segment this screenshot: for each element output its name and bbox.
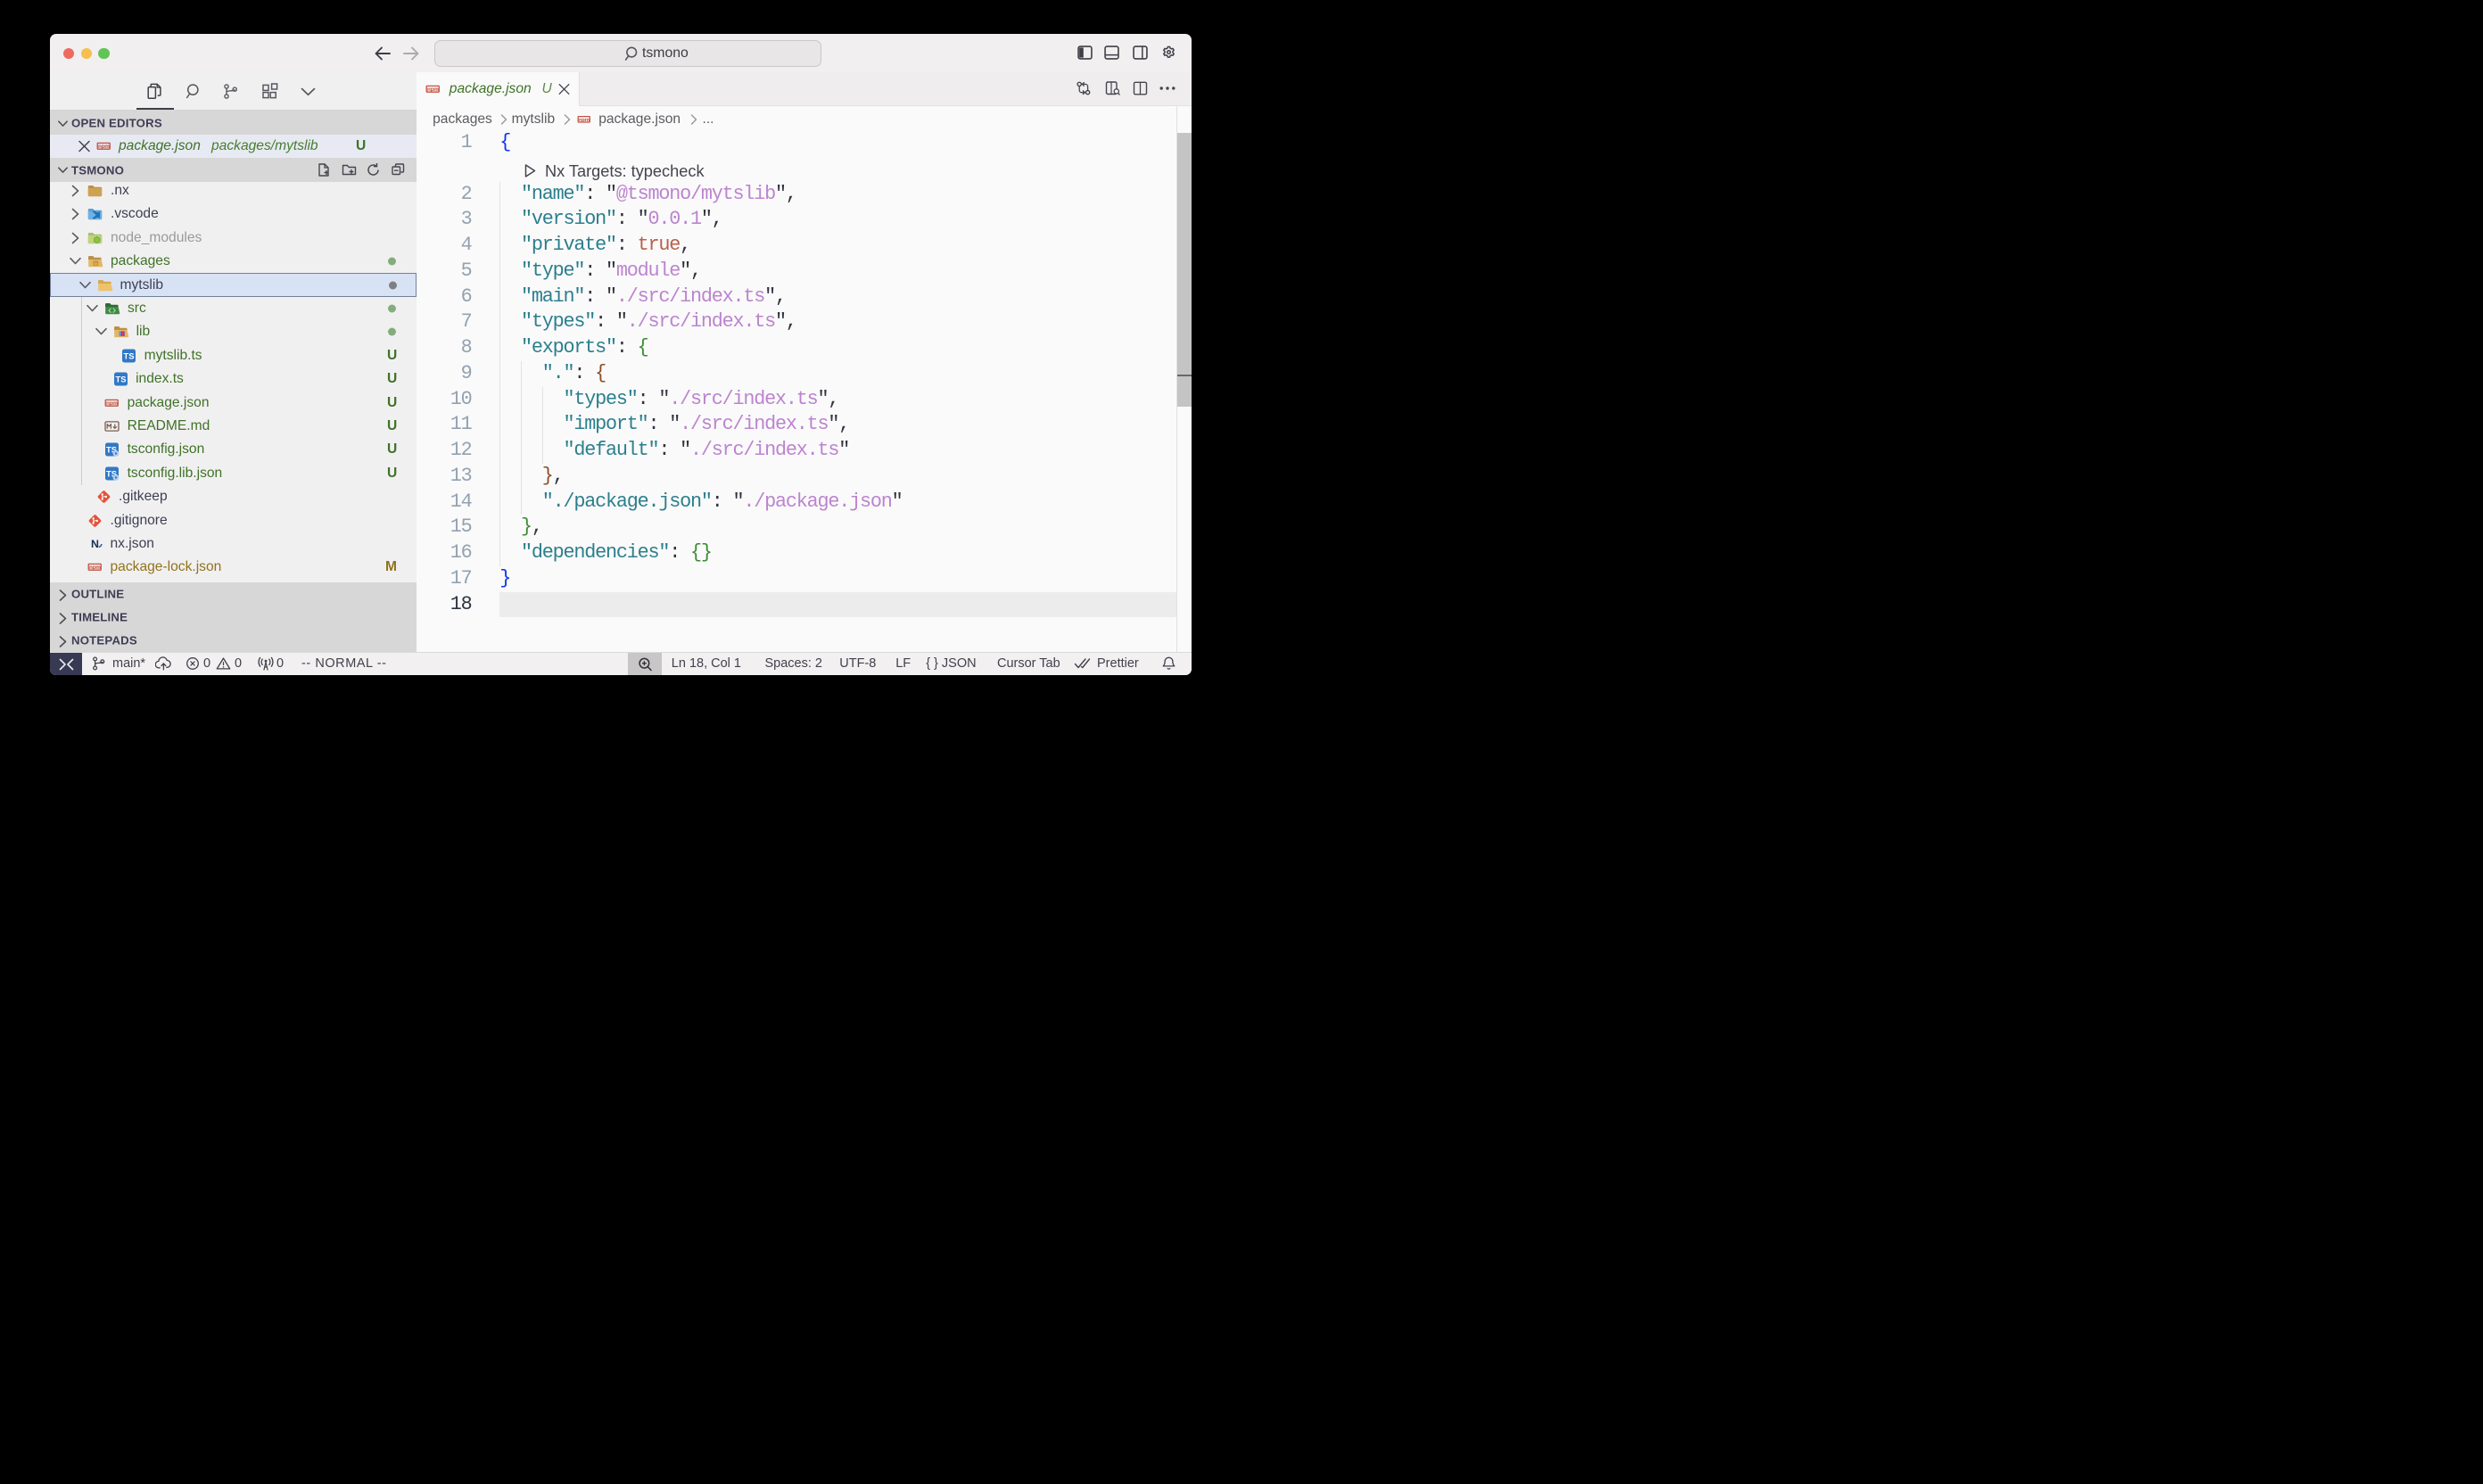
svg-text:npm: npm — [89, 565, 101, 572]
svg-text:npm: npm — [427, 87, 439, 93]
svg-text:TS: TS — [115, 375, 126, 384]
svg-text:npm: npm — [98, 144, 110, 150]
svg-text:TS: TS — [124, 350, 135, 360]
svg-text:npm: npm — [578, 118, 589, 123]
svg-text:N: N — [91, 538, 99, 550]
svg-text:npm: npm — [106, 400, 118, 407]
